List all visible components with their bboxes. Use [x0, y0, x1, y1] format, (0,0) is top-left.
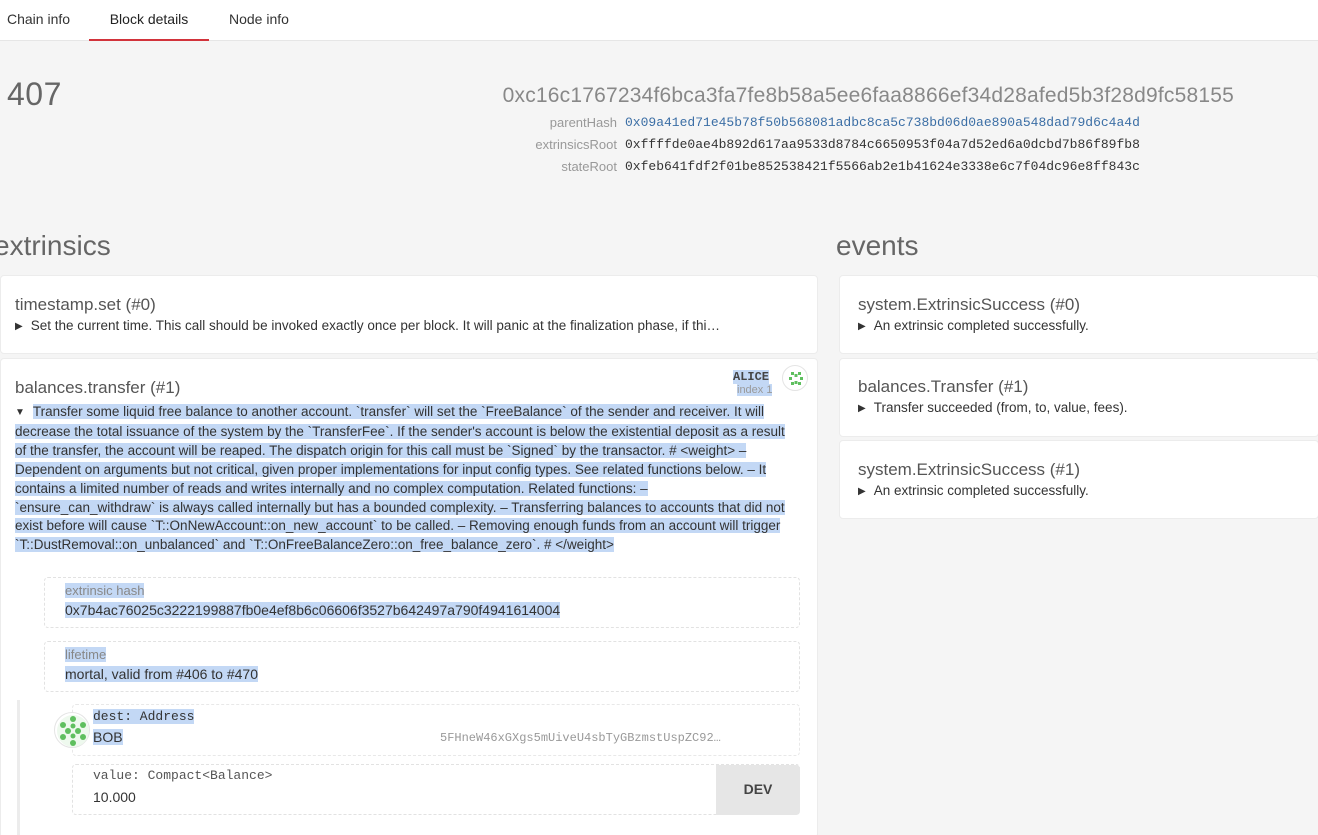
value-param-value: 10.000 [93, 789, 136, 805]
unit-dropdown-button[interactable]: DEV [716, 765, 800, 815]
extrinsics-root-row: extrinsicsRoot 0xffffde0ae4b892d617aa953… [457, 137, 1180, 152]
event-summary[interactable]: ▶ An extrinsic completed successfully. [858, 483, 1089, 498]
extrinsic-hash-label: extrinsic hash [65, 583, 145, 598]
event-title: system.ExtrinsicSuccess (#0) [858, 295, 1080, 314]
event-title: system.ExtrinsicSuccess (#1) [858, 460, 1080, 479]
event-title: balances.Transfer (#1) [858, 377, 1029, 396]
event-description: An extrinsic completed successfully. [873, 483, 1089, 498]
event-description: An extrinsic completed successfully. [873, 318, 1089, 333]
parent-hash-link[interactable]: 0x09a41ed71e45b78f50b568081adbc8ca5c738b… [625, 115, 1180, 130]
extrinsic-hash-value: 0x7b4ac76025c3222199887fb0e4ef8b6c06606f… [65, 602, 561, 618]
expand-arrow-icon[interactable]: ▶ [858, 486, 866, 497]
event-card [839, 358, 1318, 437]
event-summary[interactable]: ▶ An extrinsic completed successfully. [858, 318, 1089, 333]
events-heading: events [836, 230, 919, 261]
state-root-row: stateRoot 0xfeb641fdf2f01be852538421f556… [457, 159, 1180, 174]
parent-hash-row: parentHash 0x09a41ed71e45b78f50b568081ad… [457, 115, 1180, 130]
tab-node-info[interactable]: Node info [229, 0, 289, 40]
extrinsics-root-value: 0xffffde0ae4b892d617aa9533d8784c6650953f… [625, 137, 1140, 152]
signer-index: index 1 [737, 384, 773, 396]
tab-bar: Chain info Block details Node info [0, 0, 1318, 41]
tab-block-details[interactable]: Block details [89, 0, 209, 41]
lifetime-value: mortal, valid from #406 to #470 [65, 666, 258, 682]
expand-arrow-icon[interactable]: ▶ [858, 321, 866, 332]
params-divider [17, 700, 20, 835]
extrinsic-summary[interactable]: ▶ Set the current time. This call should … [15, 318, 720, 333]
event-summary[interactable]: ▶ Transfer succeeded (from, to, value, fe… [858, 400, 1128, 415]
extrinsic-description: Transfer some liquid free balance to ano… [15, 404, 785, 553]
value-param-label: value: Compact<Balance> [93, 768, 273, 783]
collapse-arrow-icon[interactable]: ▼ [15, 404, 25, 423]
state-root-label: stateRoot [561, 159, 617, 174]
dest-param-label: dest: Address [93, 709, 195, 724]
extrinsic-title: timestamp.set (#0) [15, 295, 156, 314]
extrinsics-root-label: extrinsicsRoot [535, 137, 617, 152]
tab-chain-info[interactable]: Chain info [7, 0, 70, 40]
state-root-value: 0xfeb641fdf2f01be852538421f5566ab2e1b416… [625, 159, 1140, 174]
dest-identicon-icon[interactable] [54, 712, 90, 748]
block-hash: 0xc16c1767234f6bca3fa7fe8b58a5ee6faa8866… [502, 84, 1234, 107]
signer-identicon-icon[interactable] [782, 365, 808, 391]
event-description: Transfer succeeded (from, to, value, fee… [873, 400, 1128, 415]
dest-account-address[interactable]: 5FHneW46xGXgs5mUiveU4sbTyGBzmstUspZC92… [440, 731, 721, 745]
extrinsic-summary-expanded[interactable]: ▼ Transfer some liquid free balance to an… [15, 403, 785, 555]
extrinsic-title: balances.transfer (#1) [15, 378, 181, 397]
parent-hash-label: parentHash [549, 115, 617, 130]
signer-name: ALICE [733, 370, 770, 384]
extrinsic-description: Set the current time. This call should b… [30, 318, 721, 333]
dest-account-name: BOB [93, 729, 123, 745]
lifetime-label: lifetime [65, 647, 107, 662]
lifetime-field: lifetime mortal, valid from #406 to #470 [44, 641, 800, 692]
extrinsic-hash-field: extrinsic hash 0x7b4ac76025c3222199887fb… [44, 577, 800, 628]
extrinsics-heading: extrinsics [0, 230, 111, 261]
block-number: 407 [7, 76, 62, 112]
expand-arrow-icon[interactable]: ▶ [858, 403, 866, 414]
expand-arrow-icon[interactable]: ▶ [15, 321, 23, 332]
